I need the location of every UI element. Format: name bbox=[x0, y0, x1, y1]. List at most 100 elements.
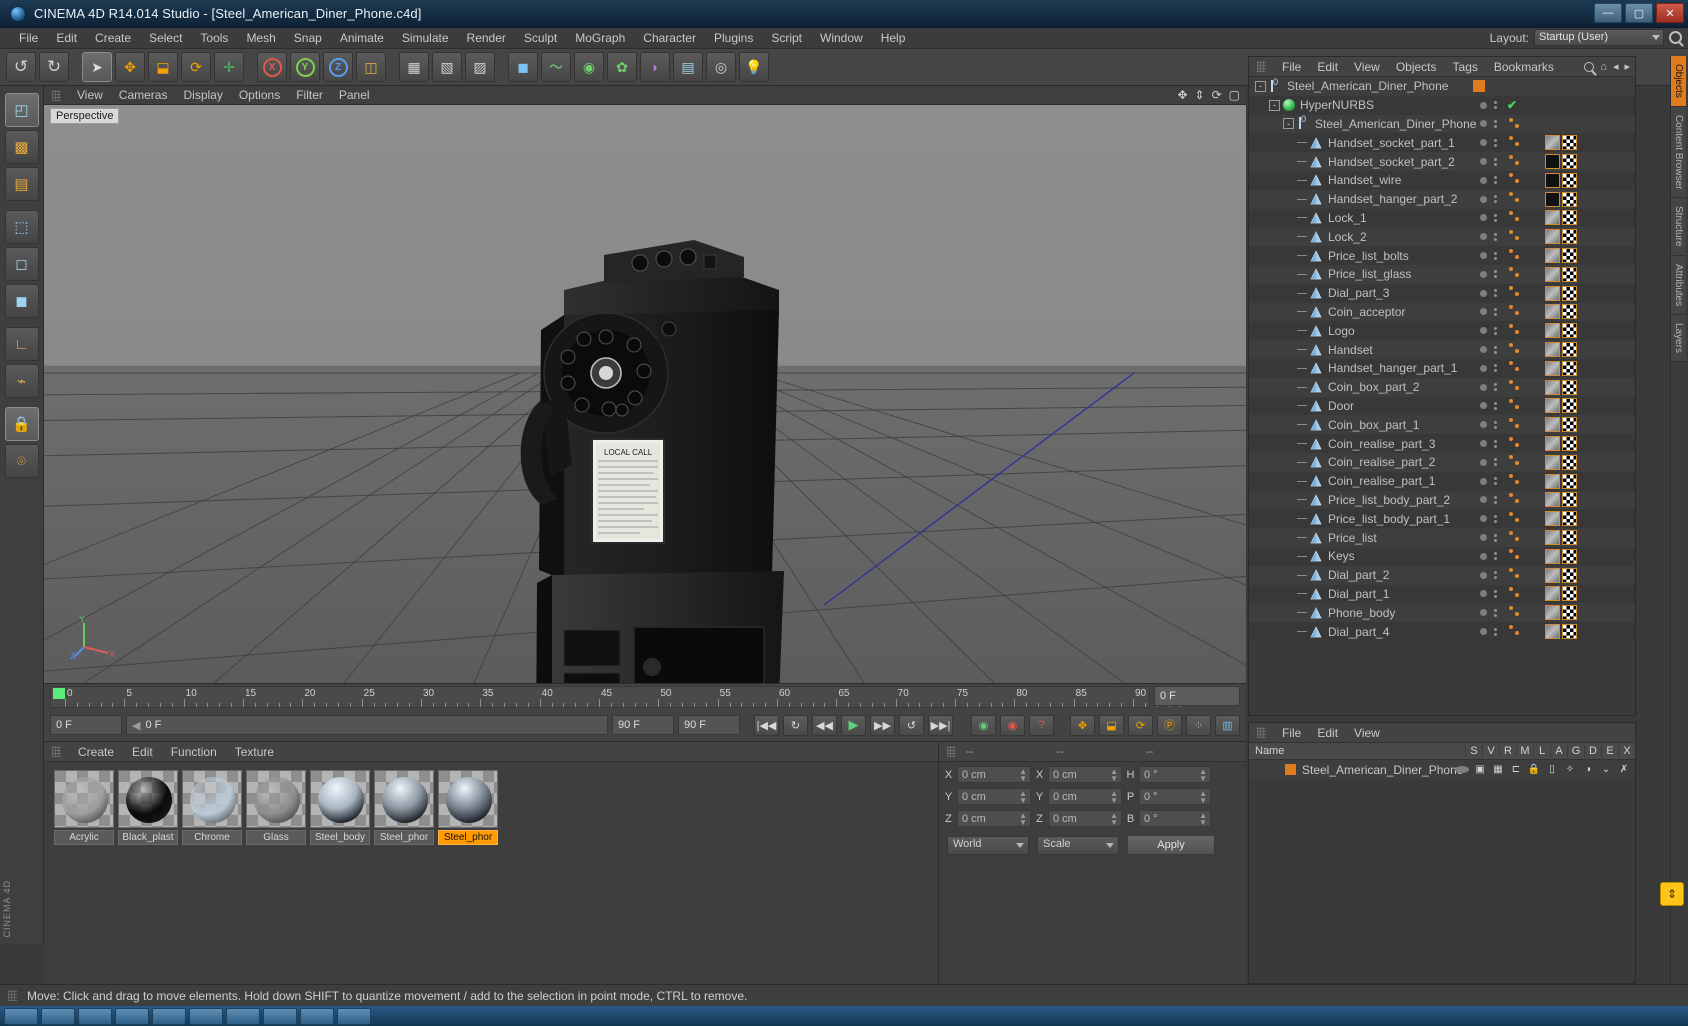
texture-tag-icon[interactable] bbox=[1545, 342, 1560, 358]
tab-attributes[interactable]: Attributes bbox=[1671, 255, 1686, 316]
taskbar-item[interactable] bbox=[41, 1007, 75, 1025]
texture-tag-icon[interactable] bbox=[1545, 511, 1560, 527]
object-tree-row[interactable]: Coin_realise_part_1 bbox=[1249, 471, 1635, 491]
panel-grip-icon[interactable] bbox=[1257, 61, 1266, 72]
coordinate-mode-dropdown[interactable]: Scale bbox=[1037, 835, 1119, 855]
visibility-dots[interactable] bbox=[1480, 420, 1497, 429]
polygons-mode-button[interactable]: ◼ bbox=[4, 284, 39, 318]
coordinate-value-field[interactable]: 0 cm ▲ ▼ bbox=[957, 788, 1031, 805]
taskbar-item[interactable] bbox=[152, 1007, 186, 1025]
texture-tag-icon[interactable] bbox=[1545, 398, 1560, 414]
object-tree-row[interactable]: Coin_realise_part_3 bbox=[1249, 434, 1635, 453]
object-tree-row[interactable]: Handset_wire bbox=[1249, 170, 1635, 190]
tree-twirl-toggle[interactable]: - bbox=[1283, 118, 1294, 130]
menu-item-plugins[interactable]: Plugins bbox=[705, 28, 762, 49]
3d-viewport[interactable]: Perspective LOCAL CALL Y X Z bbox=[44, 105, 1246, 683]
visibility-dots[interactable] bbox=[1480, 195, 1497, 204]
object-tree-row[interactable]: Dial_part_2 bbox=[1249, 565, 1635, 585]
uv-tag-icon[interactable] bbox=[1562, 248, 1577, 264]
panel-grip-icon[interactable] bbox=[1257, 727, 1266, 738]
column-d[interactable]: D bbox=[1584, 745, 1601, 757]
column-s[interactable]: S bbox=[1465, 745, 1482, 757]
object-tree-row[interactable]: - Steel_American_Diner_Phone bbox=[1249, 114, 1635, 134]
object-tree-row[interactable]: Coin_box_part_1 bbox=[1249, 415, 1635, 435]
coordinate-value-field[interactable]: 0 cm ▲ ▼ bbox=[1048, 788, 1122, 805]
dolly-icon[interactable]: ⇕ bbox=[1195, 88, 1205, 102]
texture-tag-icon[interactable] bbox=[1545, 473, 1560, 489]
object-tree-row[interactable]: Logo bbox=[1249, 321, 1635, 341]
taskbar-item[interactable] bbox=[78, 1007, 112, 1025]
add-spline-button[interactable]: 〜 bbox=[541, 52, 571, 82]
object-menu-view[interactable]: View bbox=[1346, 57, 1388, 77]
visibility-dots[interactable] bbox=[1480, 270, 1497, 279]
visibility-dots[interactable] bbox=[1480, 495, 1497, 504]
texture-tag-icon[interactable] bbox=[1545, 567, 1560, 583]
next-key-button[interactable]: ↺ bbox=[899, 714, 924, 736]
uv-mode-button[interactable]: ⌾ bbox=[4, 444, 39, 478]
apply-button[interactable]: Apply bbox=[1127, 835, 1215, 855]
manager-icon[interactable]: ⊏ bbox=[1509, 764, 1523, 775]
object-tree-row[interactable]: Door bbox=[1249, 396, 1635, 416]
viewport-menu-filter[interactable]: Filter bbox=[288, 86, 331, 105]
texture-tag-icon[interactable] bbox=[1545, 586, 1560, 602]
material-preview[interactable] bbox=[438, 770, 498, 828]
timeline-playhead[interactable] bbox=[53, 688, 65, 699]
uv-tag-icon[interactable] bbox=[1562, 285, 1577, 301]
layer-color-swatch[interactable] bbox=[1473, 80, 1485, 93]
stepper-icon[interactable]: ▲ ▼ bbox=[1199, 812, 1207, 827]
material-item[interactable]: Steel_phor bbox=[374, 770, 434, 845]
lock-x-axis-button[interactable]: X bbox=[257, 52, 287, 82]
object-tree-row[interactable]: Lock_2 bbox=[1249, 227, 1635, 247]
uv-tag-icon[interactable] bbox=[1562, 624, 1577, 639]
object-tree-row[interactable]: Handset_socket_part_2 bbox=[1249, 152, 1635, 171]
uv-tag-icon[interactable] bbox=[1562, 229, 1577, 245]
object-tree-row[interactable]: Handset_socket_part_1 bbox=[1249, 133, 1635, 153]
position-key-button[interactable]: ✥ bbox=[1070, 714, 1095, 736]
uv-tag-icon[interactable] bbox=[1562, 360, 1577, 376]
go-to-end-button[interactable]: ▶▶| bbox=[928, 714, 953, 736]
texture-mode-button[interactable]: ▤ bbox=[4, 167, 39, 201]
viewport-menu-options[interactable]: Options bbox=[231, 86, 288, 105]
visibility-dots[interactable] bbox=[1480, 326, 1497, 335]
column-g[interactable]: G bbox=[1567, 745, 1584, 757]
object-tree-row[interactable]: Dial_part_1 bbox=[1249, 584, 1635, 604]
stepper-icon[interactable]: ▲ ▼ bbox=[1110, 790, 1118, 805]
texture-tag-icon[interactable] bbox=[1545, 548, 1560, 564]
axis-lock-button[interactable]: 🔒 bbox=[4, 407, 39, 441]
tab-layers[interactable]: Layers bbox=[1671, 315, 1686, 363]
home-icon[interactable]: ⌂ bbox=[1600, 61, 1607, 73]
autokeying-button[interactable]: ◉ bbox=[1000, 714, 1025, 736]
uv-tag-icon[interactable] bbox=[1562, 492, 1577, 508]
stepper-icon[interactable]: ▲ ▼ bbox=[1199, 790, 1207, 805]
menu-item-render[interactable]: Render bbox=[458, 28, 515, 49]
stepper-icon[interactable]: ▲ ▼ bbox=[1019, 812, 1027, 827]
structure-row[interactable]: Steel_American_Diner_Phone ▣ ▦ ⊏ 🔒 ▯ ✧ ◑… bbox=[1249, 760, 1635, 779]
animation-layers-button[interactable]: ▥ bbox=[1215, 714, 1240, 736]
panel-grip-icon[interactable] bbox=[947, 746, 956, 757]
uv-tag-icon[interactable] bbox=[1562, 436, 1577, 452]
viewport-menu-display[interactable]: Display bbox=[175, 86, 230, 105]
material-menu-edit[interactable]: Edit bbox=[123, 742, 162, 762]
uv-tag-icon[interactable] bbox=[1562, 586, 1577, 602]
material-menu-texture[interactable]: Texture bbox=[226, 742, 283, 762]
uv-tag-icon[interactable] bbox=[1562, 473, 1577, 489]
animation-icon[interactable]: ▯ bbox=[1545, 764, 1559, 775]
enable-axis-button[interactable]: ⌁ bbox=[4, 364, 39, 398]
column-x[interactable]: X bbox=[1618, 745, 1635, 757]
keyframe-selection-button[interactable]: ? bbox=[1029, 714, 1054, 736]
column-m[interactable]: M bbox=[1516, 745, 1533, 757]
visibility-dots[interactable] bbox=[1480, 251, 1497, 260]
uv-tag-icon[interactable] bbox=[1562, 342, 1577, 358]
visibility-dots[interactable] bbox=[1480, 571, 1497, 580]
visibility-dots[interactable] bbox=[1480, 608, 1497, 617]
xpresso-icon[interactable]: ✗ bbox=[1617, 764, 1631, 775]
visibility-dots[interactable] bbox=[1480, 589, 1497, 598]
visibility-dots[interactable] bbox=[1480, 364, 1497, 373]
undo-button[interactable]: ↺ bbox=[6, 52, 36, 82]
view-icon[interactable]: ▣ bbox=[1473, 764, 1487, 775]
redo-button[interactable]: ↻ bbox=[39, 52, 69, 82]
texture-tag-icon[interactable] bbox=[1545, 285, 1560, 301]
panel-grip-icon[interactable] bbox=[52, 89, 61, 101]
texture-tag-icon[interactable] bbox=[1545, 436, 1560, 452]
object-tree-row[interactable]: Price_list_body_part_2 bbox=[1249, 490, 1635, 510]
